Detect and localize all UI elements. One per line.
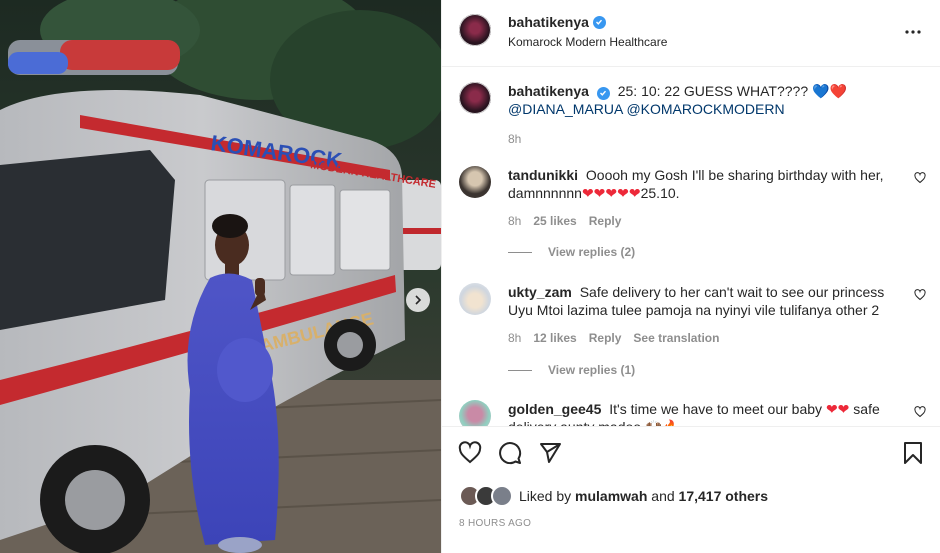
heart-emojis: ❤❤ <box>825 401 850 417</box>
comment-username[interactable]: ukty_zam <box>508 284 572 300</box>
caption-text: 25: 10: 22 GUESS WHAT???? <box>617 83 809 99</box>
comment-text-tail: 25.10. <box>640 185 680 201</box>
post-author-username[interactable]: bahatikenya <box>508 14 589 30</box>
caption-username[interactable]: bahatikenya <box>508 83 589 99</box>
avatar[interactable] <box>459 14 491 46</box>
comment-likes[interactable]: 12 likes <box>533 329 576 347</box>
like-heart-icon[interactable] <box>458 441 482 465</box>
comment-username[interactable]: golden_gee45 <box>508 401 601 417</box>
save-bookmark-icon[interactable] <box>902 441 924 465</box>
verified-badge-icon <box>592 15 606 29</box>
comment-bubble-icon[interactable] <box>498 441 522 465</box>
verified-badge-icon <box>596 86 610 100</box>
liker-avatars[interactable] <box>459 485 513 507</box>
see-translation-button[interactable]: See translation <box>633 329 719 347</box>
red-heart-emoji: ❤️ <box>829 83 847 99</box>
comment-text: It's time we have to meet our baby <box>609 401 823 417</box>
like-comment-heart-icon[interactable] <box>914 172 926 184</box>
share-send-icon[interactable] <box>538 441 562 465</box>
post-photo: KOMAROCK MODERN HEALTHCARE AMBULANCE <box>0 0 441 553</box>
avatar[interactable] <box>459 283 491 315</box>
comment-username[interactable]: tandunikki <box>508 167 578 183</box>
post-header: bahatikenya Komarock Modern Healthcare <box>442 0 940 67</box>
post-side-panel: bahatikenya Komarock Modern Healthcare b… <box>441 0 940 553</box>
like-comment-heart-icon[interactable] <box>914 289 926 301</box>
like-comment-heart-icon[interactable] <box>914 406 926 418</box>
caption-mentions[interactable]: @DIANA_MARUA @KOMAROCKMODERN <box>508 101 785 117</box>
post-location[interactable]: Komarock Modern Healthcare <box>508 35 667 49</box>
ambulance-photo: KOMAROCK MODERN HEALTHCARE AMBULANCE <box>0 0 441 553</box>
next-image-button[interactable] <box>406 288 430 312</box>
likes-count[interactable]: 17,417 others <box>679 488 769 504</box>
reply-button[interactable]: Reply <box>589 212 622 230</box>
avatar[interactable] <box>459 82 491 114</box>
likes-summary: Liked by mulamwah and 17,417 others <box>442 479 940 513</box>
comment-likes[interactable]: 25 likes <box>533 212 576 230</box>
liked-by-user[interactable]: mulamwah <box>575 488 647 504</box>
chevron-right-icon <box>415 295 422 305</box>
more-horizontal-icon <box>905 30 921 34</box>
avatar[interactable] <box>459 166 491 198</box>
view-replies-button[interactable]: View replies (2) <box>508 245 635 259</box>
action-bar <box>442 427 940 479</box>
caption-time[interactable]: 8h <box>508 130 521 148</box>
reply-button[interactable]: Reply <box>589 329 622 347</box>
comments-list[interactable]: bahatikenya 25: 10: 22 GUESS WHAT???? 💙❤… <box>442 67 940 427</box>
comment-time[interactable]: 8h <box>508 212 521 230</box>
likes-prefix: Liked by <box>519 488 572 504</box>
comment-time[interactable]: 8h <box>508 329 521 347</box>
likes-and: and <box>651 488 675 504</box>
blue-heart-emoji: 💙 <box>812 83 830 99</box>
post-timestamp[interactable]: 8 HOURS AGO <box>442 513 940 553</box>
more-options-button[interactable] <box>904 22 922 40</box>
view-replies-button[interactable]: View replies (1) <box>508 363 635 377</box>
avatar[interactable] <box>459 400 491 426</box>
heart-emojis: ❤❤❤❤❤ <box>581 185 641 201</box>
